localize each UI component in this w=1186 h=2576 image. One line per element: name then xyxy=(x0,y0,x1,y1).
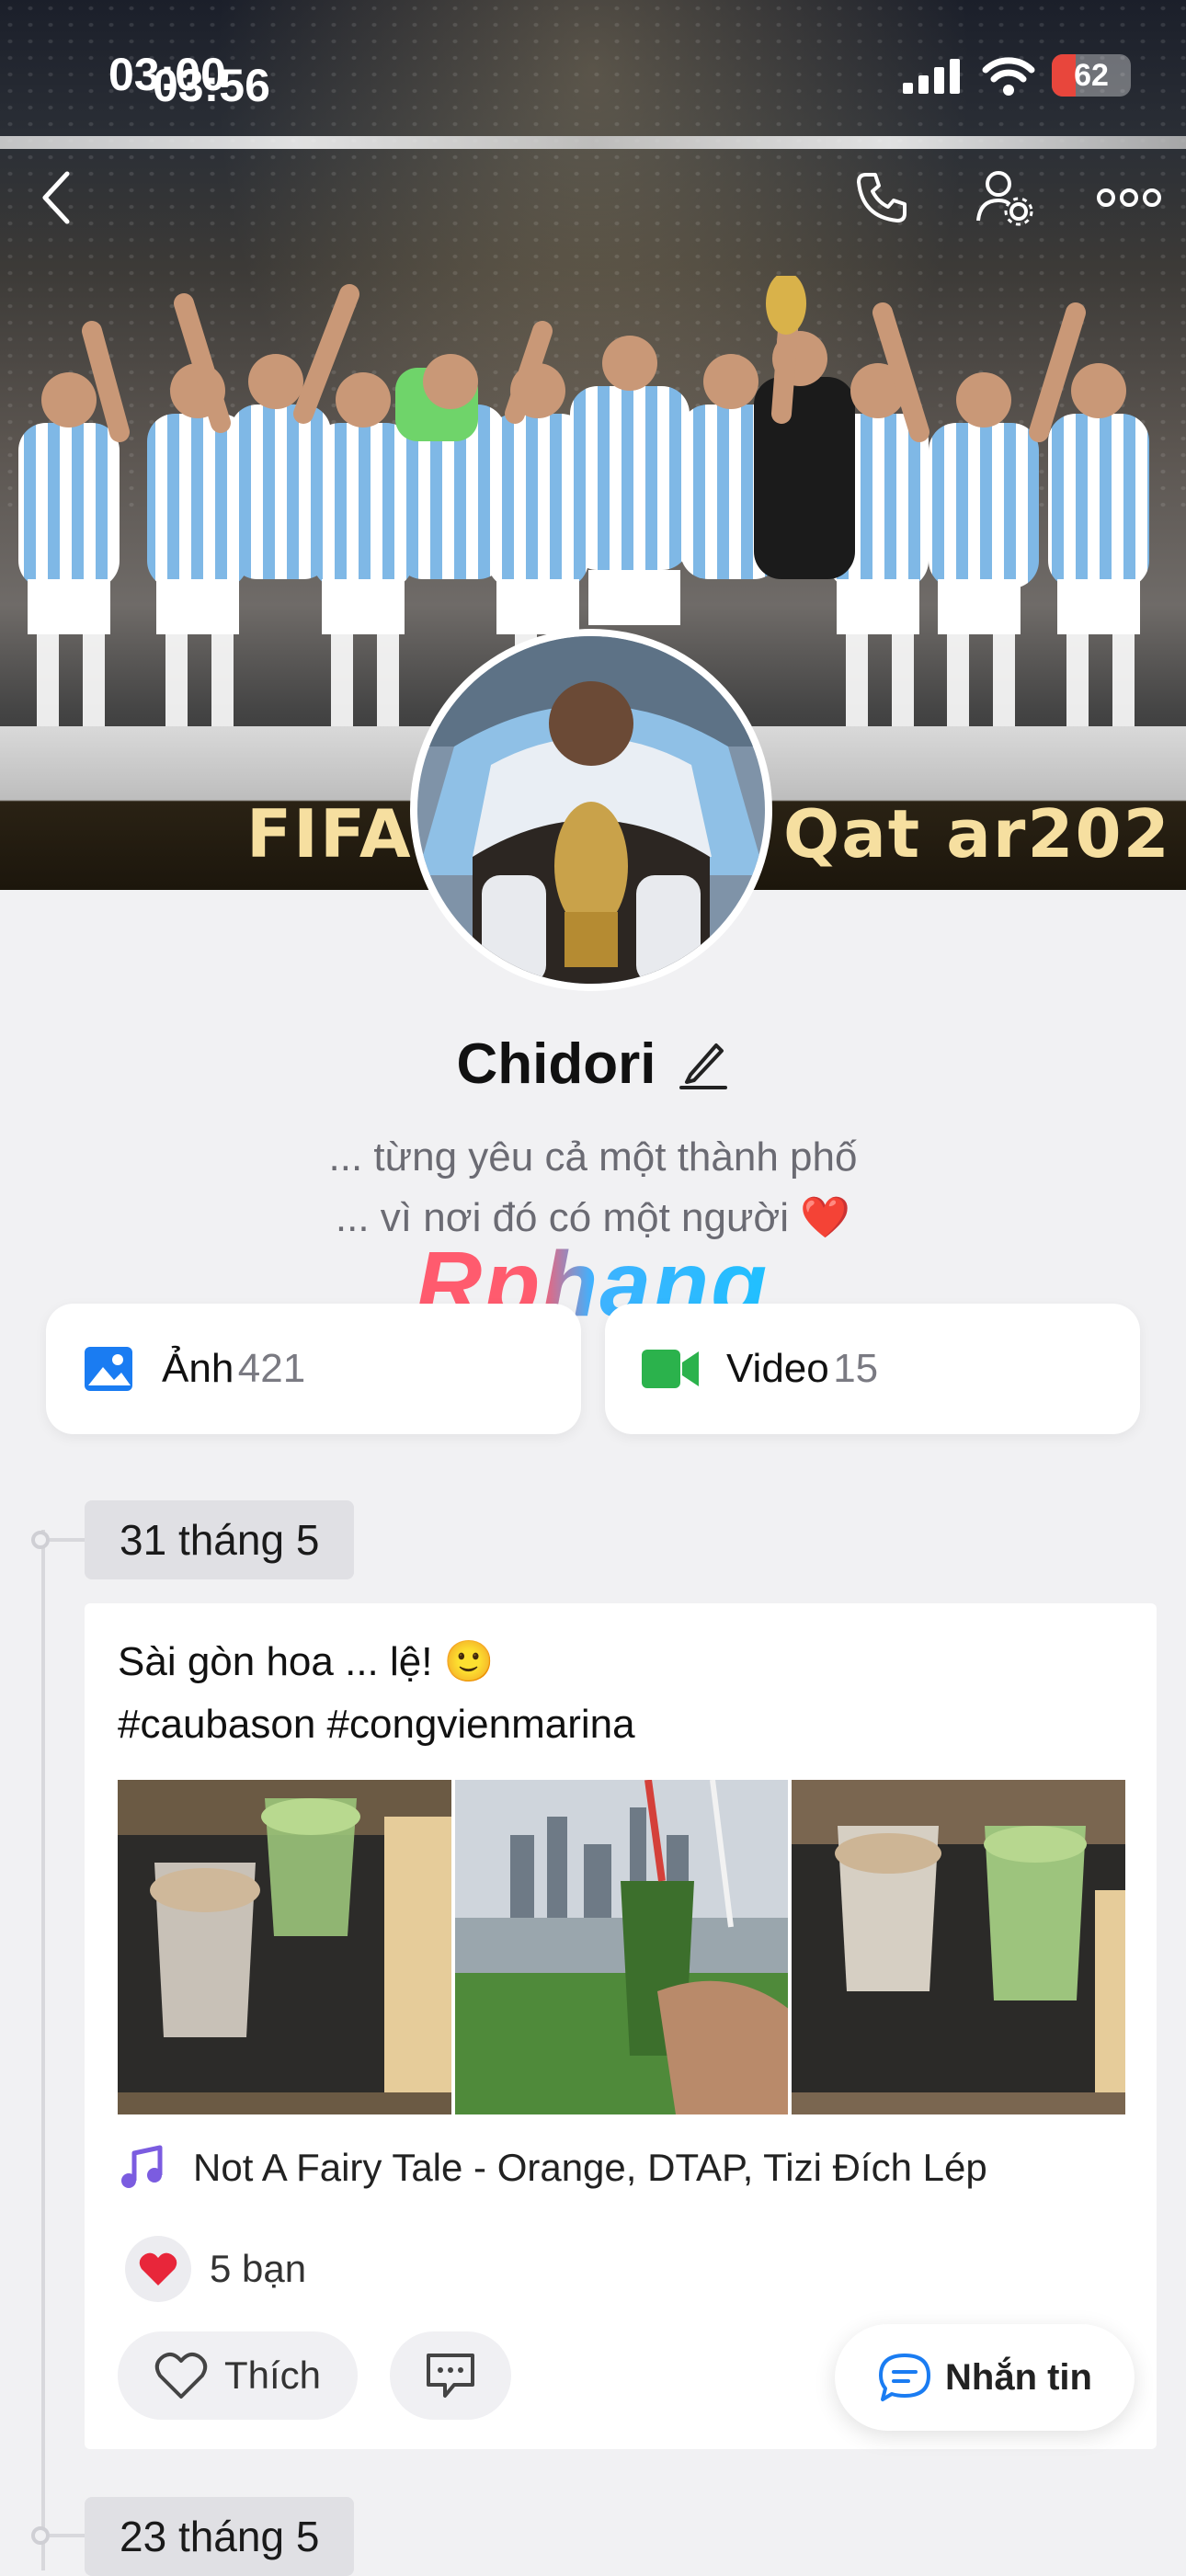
chat-bubble-icon xyxy=(879,2354,930,2401)
status-time-overlay: 03:56 xyxy=(153,60,270,111)
post-photo-2[interactable] xyxy=(454,1780,789,2114)
videos-button[interactable]: Video 15 xyxy=(605,1304,1140,1434)
timeline-dot xyxy=(31,1531,50,1549)
video-icon xyxy=(642,1350,699,1388)
comment-button[interactable] xyxy=(390,2331,511,2420)
more-options-button[interactable] xyxy=(1092,165,1166,230)
message-button[interactable]: Nhắn tin xyxy=(835,2324,1135,2431)
post-hashtags[interactable]: #caubason #congvienmarina xyxy=(118,1693,635,1756)
banner-text-right: Qat ar202 xyxy=(783,795,1171,872)
status-icons: 62 xyxy=(901,48,1131,103)
drinks-photo-2 xyxy=(792,1780,1126,2114)
phone-icon xyxy=(857,173,907,222)
timeline-line xyxy=(41,1530,45,2570)
heart-reaction-icon xyxy=(125,2236,191,2302)
photo-icon xyxy=(85,1347,132,1391)
edit-name-button[interactable] xyxy=(678,1034,729,1094)
chevron-left-icon xyxy=(42,171,70,224)
profile-name-row: Chidori xyxy=(0,1032,1186,1097)
call-button[interactable] xyxy=(850,165,914,230)
post-caption-line-1: Sài gòn hoa ... lệ! xyxy=(118,1639,433,1684)
signal-icon xyxy=(903,59,960,94)
timeline-dot-2 xyxy=(31,2526,50,2545)
photos-label: Ảnh xyxy=(162,1346,234,1391)
avatar[interactable] xyxy=(410,629,772,991)
more-icon xyxy=(1097,188,1161,207)
date-label-1: 31 tháng 5 xyxy=(85,1500,355,1579)
photos-button[interactable]: Ảnh 421 xyxy=(46,1304,581,1434)
like-label: Thích xyxy=(224,2354,322,2397)
music-row[interactable]: Not A Fairy Tale - Orange, DTAP, Tizi Đí… xyxy=(118,2144,987,2192)
battery-level: 62 xyxy=(1074,57,1109,93)
drinks-photo xyxy=(118,1780,451,2114)
avatar-image xyxy=(417,636,765,984)
post-caption: Sài gòn hoa ... lệ! 🙂 #caubason #congvie… xyxy=(118,1631,635,1756)
smile-emoji: 🙂 xyxy=(443,1639,495,1684)
like-button[interactable]: Thích xyxy=(118,2331,359,2420)
post-photo-1[interactable] xyxy=(118,1780,451,2114)
profile-settings-button[interactable] xyxy=(973,165,1037,230)
user-settings-icon xyxy=(976,171,1033,226)
videos-label: Video xyxy=(726,1346,829,1391)
message-label: Nhắn tin xyxy=(945,2356,1092,2398)
timeline-connector-2 xyxy=(50,2534,85,2537)
profile-name: Chidori xyxy=(456,1032,656,1096)
music-title: Not A Fairy Tale - Orange, DTAP, Tizi Đí… xyxy=(193,2146,987,2189)
battery-icon: 62 xyxy=(1052,54,1131,97)
reactions-count: 5 bạn xyxy=(210,2247,307,2290)
timeline-connector xyxy=(50,1538,85,1542)
bio-line-1: ... từng yêu cả một thành phố xyxy=(328,1134,858,1180)
heart-emoji: ❤️ xyxy=(800,1195,851,1240)
post-photo-grid xyxy=(118,1780,1126,2114)
wifi-icon xyxy=(982,57,1035,96)
back-button[interactable] xyxy=(24,165,88,230)
feed-post[interactable]: Sài gòn hoa ... lệ! 🙂 #caubason #congvie… xyxy=(85,1603,1157,2449)
reactions-row[interactable]: 5 bạn xyxy=(125,2236,306,2302)
music-note-icon xyxy=(121,2145,163,2188)
heart-outline-icon xyxy=(154,2352,208,2399)
stadium-lights xyxy=(0,136,1186,149)
videos-count: 15 xyxy=(833,1346,879,1391)
photos-count: 421 xyxy=(237,1346,306,1391)
city-river-photo xyxy=(454,1780,789,2114)
comment-icon xyxy=(427,2354,474,2398)
pencil-icon xyxy=(679,1043,728,1089)
post-photo-3[interactable] xyxy=(792,1780,1126,2114)
date-label-2: 23 tháng 5 xyxy=(85,2497,355,2576)
